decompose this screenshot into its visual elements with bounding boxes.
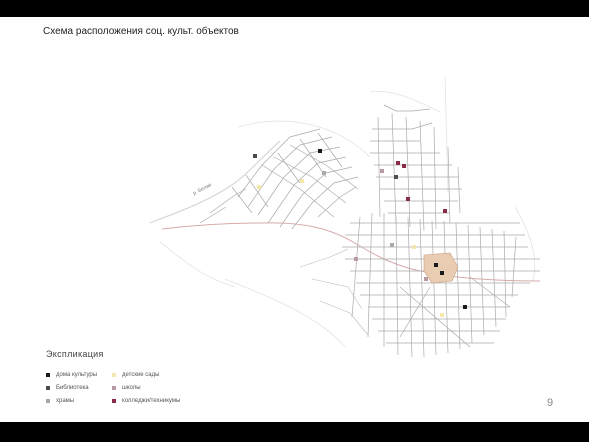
kindergarten-marker [300, 179, 304, 183]
legend-swatch [112, 399, 116, 403]
page-title: Схема расположения соц. культ. объектов [43, 26, 239, 37]
legend-heading: Экспликация [46, 349, 104, 359]
central-roads [342, 212, 540, 358]
legend-item-culture-houses: дома культуры [46, 372, 97, 378]
school-marker [424, 277, 428, 281]
main-road [161, 222, 541, 282]
legend-swatch [46, 386, 50, 390]
school-marker [354, 257, 358, 261]
legend-item-colleges: колледжи/техникумы [112, 398, 180, 404]
legend-item-schools: школы [112, 385, 141, 391]
temple-marker [390, 243, 394, 247]
legend-swatch [46, 399, 50, 403]
temple-marker [322, 171, 326, 175]
legend-swatch [112, 373, 116, 377]
legend-label: Библиотека [56, 385, 89, 391]
legend-label: детские сады [122, 372, 160, 378]
legend-label: храмы [56, 398, 75, 404]
northwest-roads [199, 128, 359, 230]
culture-house-marker [318, 149, 322, 153]
kindergarten-marker [412, 245, 416, 249]
legend-label: дома культуры [56, 372, 98, 378]
culture-house-marker [440, 271, 444, 275]
legend-item-kindergartens: детские сады [112, 372, 159, 378]
culture-house-marker [463, 305, 467, 309]
college-marker [443, 209, 447, 213]
college-marker [402, 164, 406, 168]
river-label: р. Белая [192, 182, 213, 197]
kindergarten-marker [257, 185, 261, 189]
southwest-roads [299, 248, 369, 336]
outer-roads [159, 76, 536, 348]
city-center [423, 252, 459, 284]
kindergarten-marker [440, 313, 444, 317]
legend-swatch [46, 373, 50, 377]
legend-swatch [112, 386, 116, 390]
culture-house-marker [434, 263, 438, 267]
legend-item-temples: храмы [46, 398, 74, 404]
city-map: р. Белая [149, 76, 541, 358]
library-marker [253, 154, 257, 158]
college-marker [396, 161, 400, 165]
school-marker [380, 169, 384, 173]
library-marker [394, 175, 398, 179]
legend-label: школы [122, 385, 141, 391]
legend-label: колледжи/техникумы [122, 398, 181, 404]
college-marker [406, 197, 410, 201]
page-number: 9 [547, 397, 554, 409]
legend-item-library: Библиотека [46, 385, 89, 391]
river [149, 140, 281, 224]
north-roads [370, 104, 462, 232]
slide: р. Белая Схема расположения соц. культ. … [0, 17, 589, 422]
